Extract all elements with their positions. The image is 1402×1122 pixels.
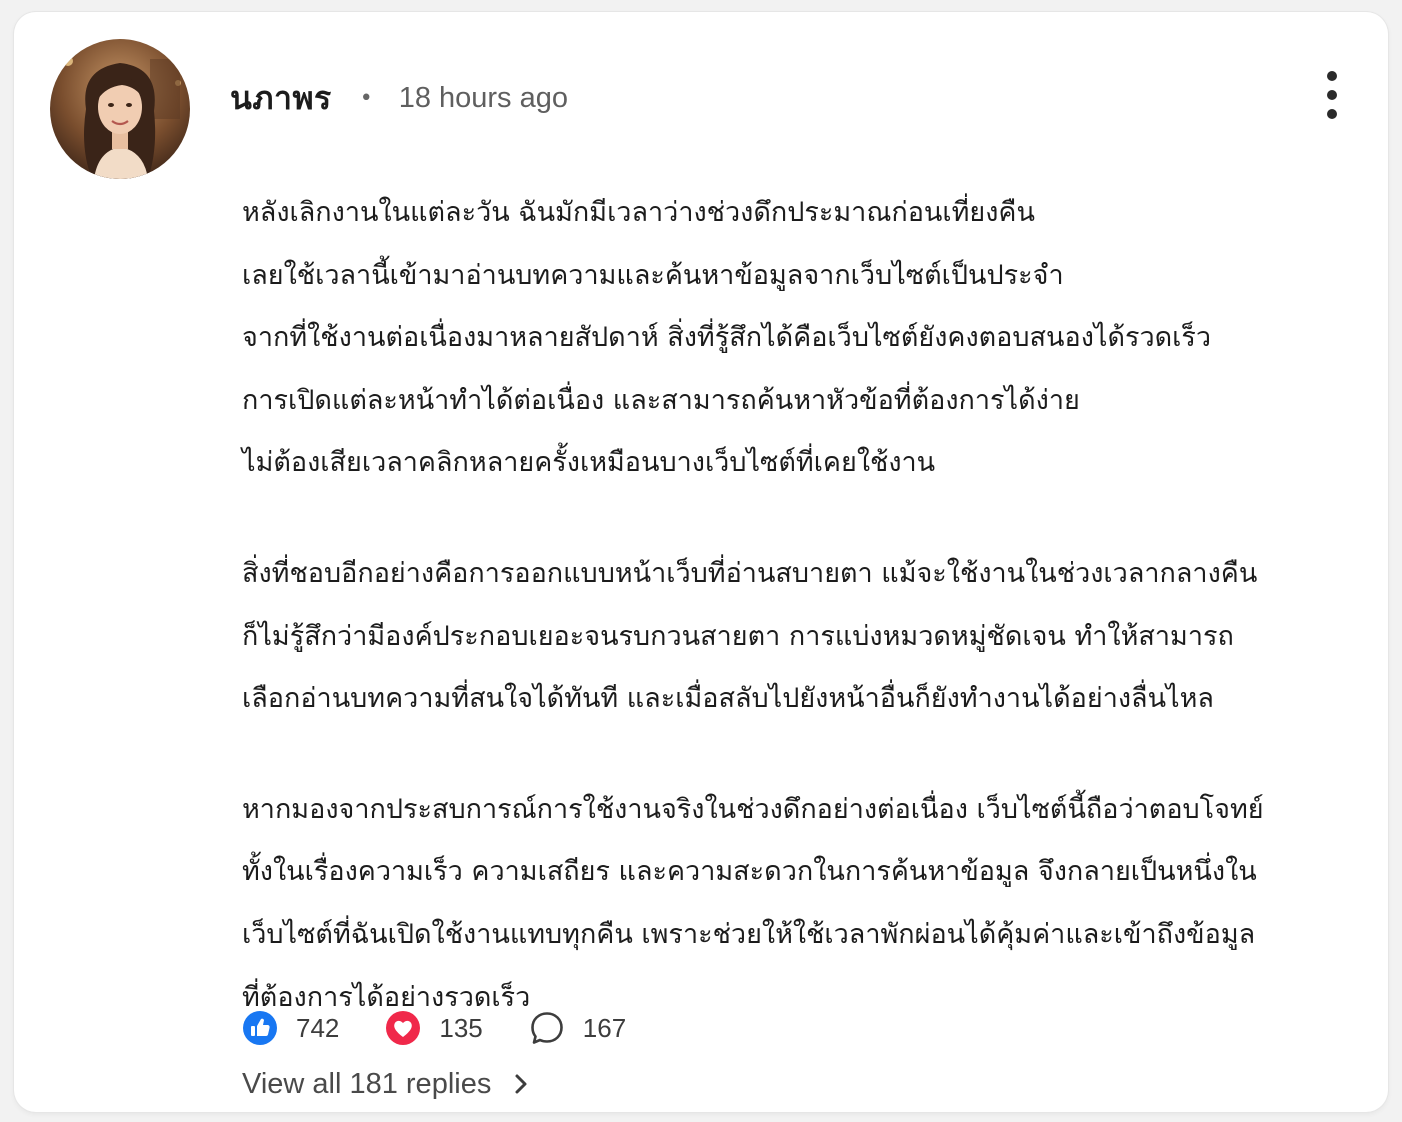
like-count: 742 bbox=[296, 1012, 340, 1043]
love-button[interactable]: 135 bbox=[385, 1010, 483, 1046]
like-icon bbox=[243, 1011, 277, 1045]
author-name[interactable]: นภาพร bbox=[230, 73, 332, 124]
text-line: หลังเลิกงานในแต่ละวัน ฉันมักมีเวลาว่างช่… bbox=[242, 197, 1035, 228]
text-line: หากมองจากประสบการณ์การใช้งานจริงในช่วงดึ… bbox=[242, 793, 1264, 825]
love-count: 135 bbox=[439, 1012, 483, 1043]
text-line: ไม่ต้องเสียเวลาคลิกหลายครั้งเหมือนบางเว็… bbox=[242, 447, 936, 479]
more-vertical-icon bbox=[1327, 71, 1337, 119]
comment-header: นภาพร • 18 hours ago bbox=[230, 74, 568, 122]
text-line: ก็ไม่รู้สึกว่ามีองค์ประกอบเยอะจนรบกวนสาย… bbox=[242, 620, 1234, 652]
text-line: เลือกอ่านบทความที่สนใจได้ทันที และเมื่อส… bbox=[242, 683, 1214, 715]
view-replies-link[interactable]: View all 181 replies bbox=[242, 1064, 529, 1104]
text-line: การเปิดแต่ละหน้าทำได้ต่อเนื่อง และสามารถ… bbox=[242, 384, 1080, 416]
avatar-image bbox=[50, 39, 190, 179]
comment-body: หลังเลิกงานในแต่ละวัน ฉันมักมีเวลาว่างช่… bbox=[242, 182, 1372, 1029]
text-line: ทั้งในเรื่องความเร็ว ความเสถียร และความส… bbox=[242, 856, 1257, 888]
comment-card: นภาพร • 18 hours ago หลังเลิกงานในแต่ละว… bbox=[14, 12, 1388, 1112]
comment-paragraph: สิ่งที่ชอบอีกอย่างคือการออกแบบหน้าเว็บที… bbox=[242, 543, 1372, 731]
text-line: เลยใช้เวลานี้เข้ามาอ่านบทความและค้นหาข้อ… bbox=[242, 259, 1064, 291]
more-options-button[interactable] bbox=[1320, 68, 1344, 124]
comment-icon bbox=[530, 1012, 563, 1044]
like-button[interactable]: 742 bbox=[242, 1010, 339, 1046]
text-line: สิ่งที่ชอบอีกอย่างคือการออกแบบหน้าเว็บที… bbox=[242, 557, 1258, 589]
text-line: เว็บไซต์ที่ฉันเปิดใช้งานแทบทุกคืน เพราะช… bbox=[242, 918, 1256, 950]
timestamp: 18 hours ago bbox=[398, 81, 569, 114]
heart-icon bbox=[386, 1011, 421, 1045]
reply-count: 167 bbox=[582, 1012, 627, 1043]
view-replies-label: View all 181 replies bbox=[242, 1067, 492, 1100]
chevron-right-icon bbox=[515, 1074, 527, 1094]
avatar[interactable] bbox=[50, 39, 190, 179]
comment-paragraph: หากมองจากประสบการณ์การใช้งานจริงในช่วงดึ… bbox=[242, 779, 1372, 1029]
reply-button[interactable]: 167 bbox=[529, 1010, 626, 1046]
separator-dot: • bbox=[359, 85, 373, 111]
reaction-bar: 742 135 167 bbox=[242, 1008, 672, 1048]
comment-paragraph: หลังเลิกงานในแต่ละวัน ฉันมักมีเวลาว่างช่… bbox=[242, 182, 1372, 495]
text-line: จากที่ใช้งานต่อเนื่องมาหลายสัปดาห์ สิ่งท… bbox=[242, 322, 1212, 354]
